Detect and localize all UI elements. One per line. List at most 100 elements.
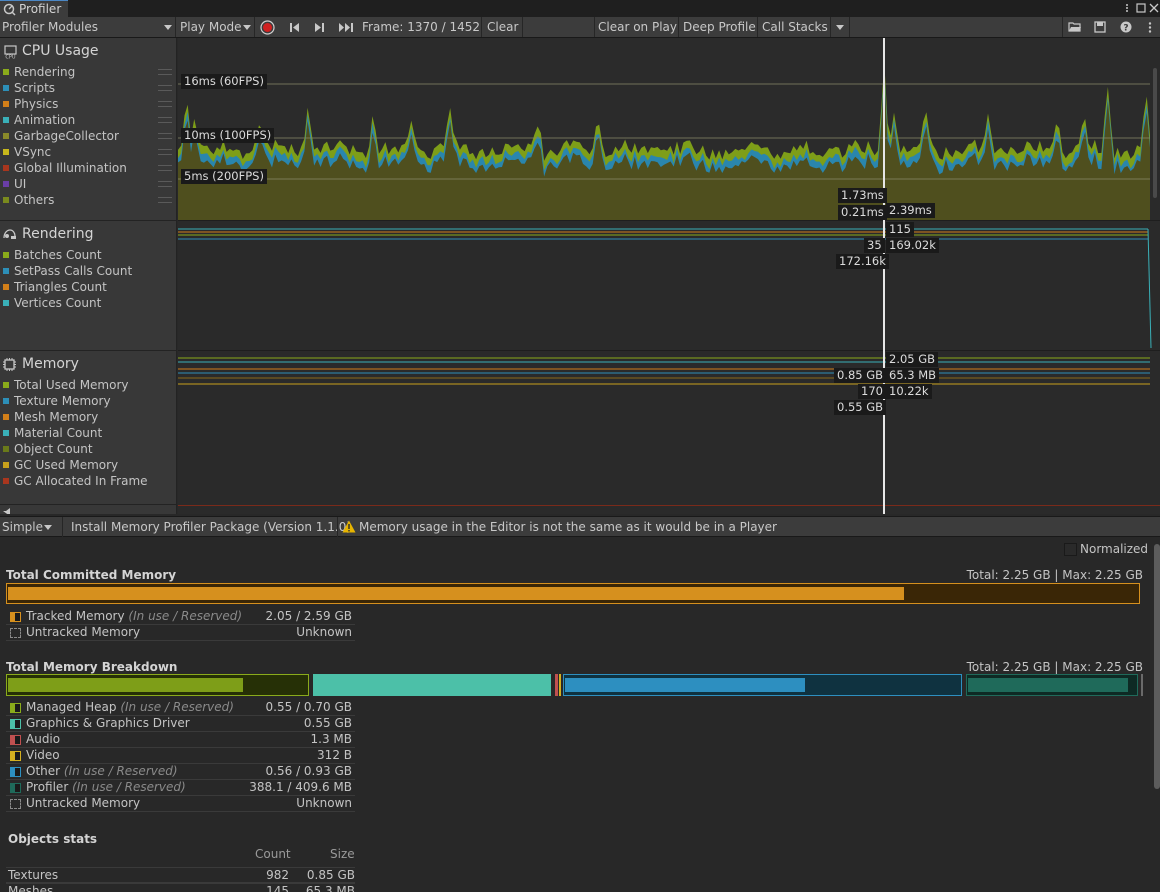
untracked-icon <box>10 628 21 638</box>
maximize-icon[interactable] <box>1136 3 1146 13</box>
module-series-item[interactable]: Mesh Memory <box>0 409 176 425</box>
video-bar[interactable] <box>559 674 561 696</box>
kebab-menu-icon <box>1148 22 1152 33</box>
play-mode-dropdown[interactable]: Play Mode <box>176 17 254 37</box>
managed-heap-bar[interactable] <box>6 674 309 696</box>
cpu-selection-value: 1.73ms <box>838 188 887 203</box>
module-series-item[interactable]: GC Allocated In Frame <box>0 473 176 489</box>
memory-legend-row[interactable]: Other (In use / Reserved) 0.56 / 0.93 GB <box>6 764 355 780</box>
module-series-item[interactable]: Physics <box>0 96 176 112</box>
memory-legend-row[interactable]: Untracked Memory Unknown <box>6 796 355 812</box>
drag-handle-icon[interactable] <box>158 101 172 107</box>
module-series-item[interactable]: Vertices Count <box>0 295 176 311</box>
memory-selection-value: 2.05 GB <box>886 352 939 367</box>
legend-name: Audio <box>26 732 60 746</box>
module-series-item[interactable]: Animation <box>0 112 176 128</box>
memory-legend-row[interactable]: Managed Heap (In use / Reserved) 0.55 / 0… <box>6 700 355 716</box>
module-series-item[interactable]: Texture Memory <box>0 393 176 409</box>
profiler-memory-bar[interactable] <box>966 674 1138 696</box>
deep-profile-button[interactable]: Deep Profile <box>683 17 756 37</box>
drag-handle-icon[interactable] <box>158 133 172 139</box>
load-button[interactable] <box>1064 17 1086 37</box>
memory-legend-row[interactable]: Graphics & Graphics Driver 0.55 GB <box>6 716 355 732</box>
legend-value: Unknown <box>296 796 352 810</box>
normalized-checkbox[interactable] <box>1064 543 1077 556</box>
memory-legend-row[interactable]: Profiler (In use / Reserved) 388.1 / 409.… <box>6 780 355 796</box>
legend-name-text: Tracked Memory <box>26 609 125 623</box>
clear-on-play-button[interactable]: Clear on Play <box>598 17 677 37</box>
profiler-window-tab[interactable]: Profiler <box>0 0 68 17</box>
drag-handle-icon[interactable] <box>158 69 172 75</box>
record-button[interactable] <box>256 17 280 37</box>
cpu-module-title: CPU Usage <box>22 43 99 59</box>
cpu-chart-scrollbar[interactable] <box>1153 68 1157 198</box>
details-scrollbar[interactable] <box>1154 544 1160 789</box>
module-series-item[interactable]: SetPass Calls Count <box>0 263 176 279</box>
module-series-item[interactable]: Rendering <box>0 64 176 80</box>
module-series-item[interactable]: Others <box>0 192 176 208</box>
module-series-item[interactable]: Batches Count <box>0 247 176 263</box>
drag-handle-icon[interactable] <box>158 85 172 91</box>
graphics-bar[interactable] <box>313 674 551 696</box>
object-type: Meshes <box>8 884 54 892</box>
call-stacks-button[interactable]: Call Stacks <box>762 17 828 37</box>
module-series-item[interactable]: Total Used Memory <box>0 377 176 393</box>
drag-handle-icon[interactable] <box>158 197 172 203</box>
fast-forward-icon <box>339 23 353 32</box>
chevron-down-icon <box>44 525 52 530</box>
series-color-swatch <box>3 149 9 155</box>
other-memory-bar[interactable] <box>563 674 962 696</box>
module-series-item[interactable]: Scripts <box>0 80 176 96</box>
close-icon[interactable] <box>1149 3 1159 13</box>
memory-legend-row[interactable]: Audio 1.3 MB <box>6 732 355 748</box>
window-menu-button[interactable] <box>1142 17 1160 37</box>
module-series-item[interactable]: GarbageCollector <box>0 128 176 144</box>
module-series-item[interactable]: UI <box>0 176 176 192</box>
series-color-swatch <box>3 69 9 75</box>
save-button[interactable] <box>1090 17 1112 37</box>
more-options-icon[interactable] <box>1122 3 1132 13</box>
legend-name: Graphics & Graphics Driver <box>26 716 190 730</box>
profiler-modules-dropdown[interactable]: Profiler Modules <box>0 17 175 37</box>
memory-legend-row[interactable]: Video 312 B <box>6 748 355 764</box>
help-button[interactable]: ? <box>1116 17 1138 37</box>
legend-name: Managed Heap (In use / Reserved) <box>26 700 234 714</box>
module-series-item[interactable]: Material Count <box>0 425 176 441</box>
install-memory-profiler-button[interactable]: Install Memory Profiler Package (Version… <box>71 517 351 537</box>
drag-handle-icon[interactable] <box>158 165 172 171</box>
record-icon <box>260 20 275 35</box>
module-series-item[interactable]: GC Used Memory <box>0 457 176 473</box>
module-series-item[interactable]: VSync <box>0 144 176 160</box>
object-stats-row[interactable]: Meshes 145 65.3 MB <box>6 883 355 892</box>
previous-frame-button[interactable] <box>282 17 306 37</box>
memory-legend-row[interactable]: Tracked Memory (In use / Reserved) 2.05 /… <box>6 609 355 625</box>
series-label: Object Count <box>14 442 93 456</box>
rendering-selection-value: 35 <box>864 238 885 253</box>
profiler-icon <box>3 3 16 16</box>
profiler-charts[interactable] <box>178 38 1160 514</box>
fps-60-label: 16ms (60FPS) <box>181 74 267 89</box>
drag-handle-icon[interactable] <box>158 149 172 155</box>
memory-breakdown-title: Total Memory Breakdown <box>6 660 178 674</box>
audio-bar[interactable] <box>555 674 558 696</box>
legend-name: Untracked Memory <box>26 796 140 810</box>
module-series-item[interactable]: Object Count <box>0 441 176 457</box>
module-series-item[interactable]: Triangles Count <box>0 279 176 295</box>
call-stacks-dropdown[interactable] <box>831 17 849 37</box>
series-color-swatch <box>3 478 9 484</box>
last-frame-button[interactable] <box>334 17 358 37</box>
object-stats-row[interactable]: Textures 982 0.85 GB <box>6 867 355 883</box>
module-series-item[interactable]: Global Illumination <box>0 160 176 176</box>
legend-name-text: Managed Heap <box>26 700 117 714</box>
module-charts-area[interactable]: 16ms (60FPS) 10ms (100FPS) 5ms (200FPS) … <box>178 38 1160 514</box>
drag-handle-icon[interactable] <box>158 117 172 123</box>
series-label: Scripts <box>14 81 56 95</box>
next-frame-button[interactable] <box>308 17 332 37</box>
clear-button[interactable]: Clear <box>487 17 518 37</box>
view-mode-dropdown[interactable]: Simple <box>0 517 58 537</box>
memory-legend-row[interactable]: Untracked Memory Unknown <box>6 625 355 641</box>
normalized-toggle[interactable]: Normalized <box>1064 542 1154 558</box>
profiler-toolbar: Profiler Modules Play Mode Frame: 1370 /… <box>0 17 1160 38</box>
committed-memory-bar[interactable] <box>6 583 1140 604</box>
drag-handle-icon[interactable] <box>158 181 172 187</box>
